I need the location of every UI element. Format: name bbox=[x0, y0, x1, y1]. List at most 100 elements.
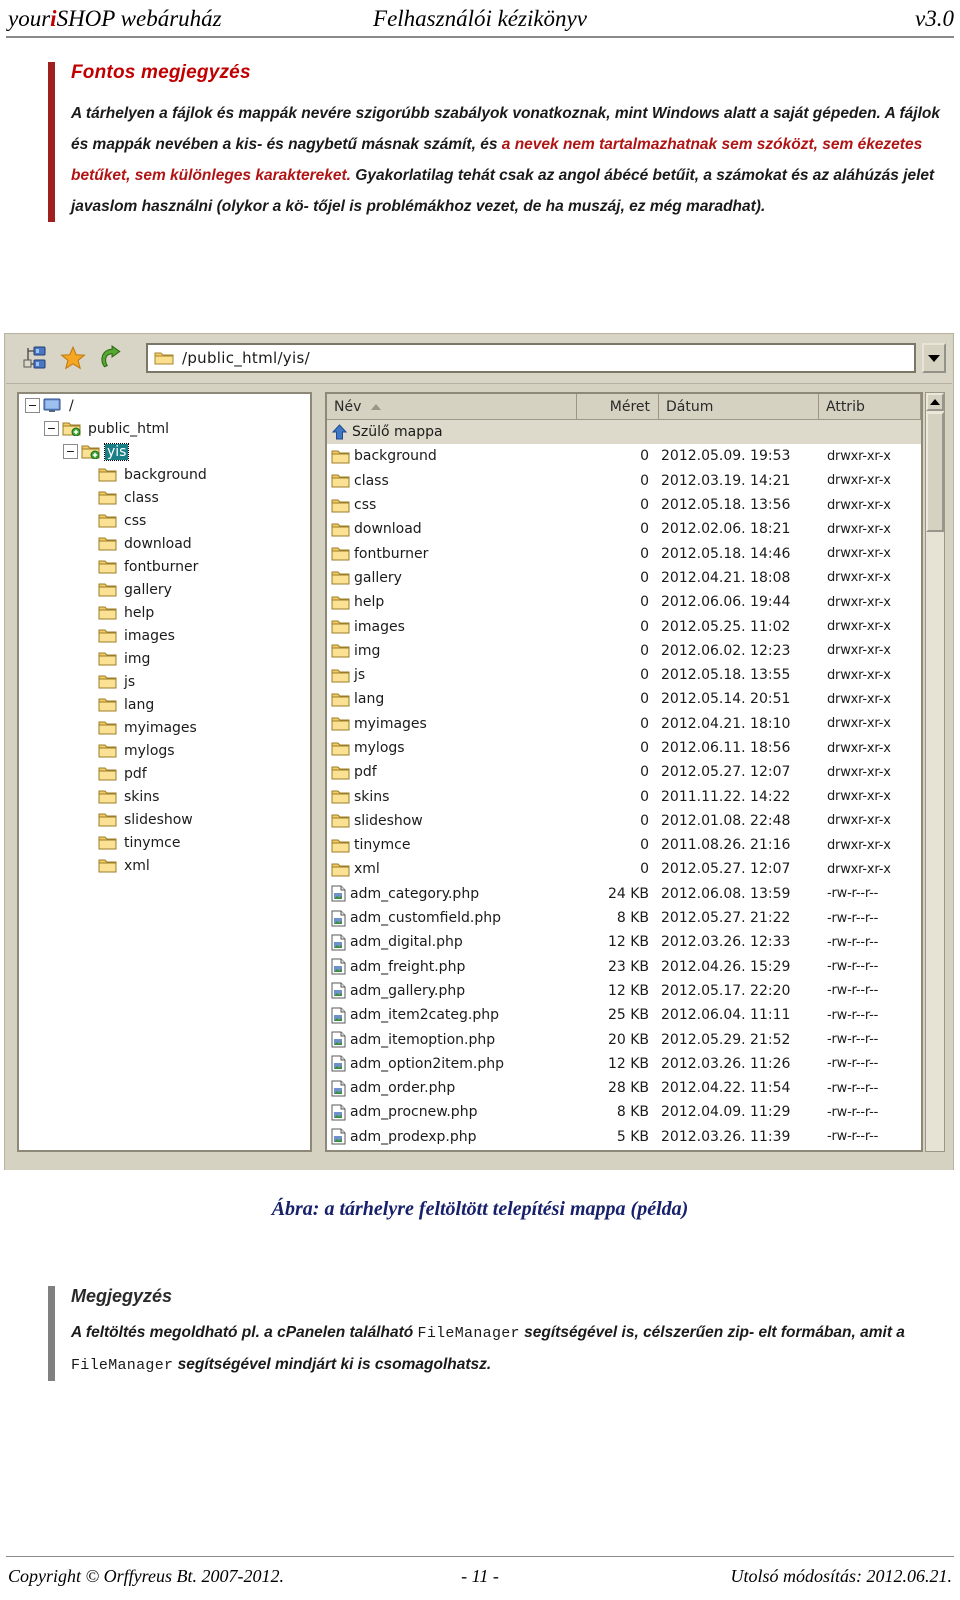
tree-item-help[interactable]: help bbox=[19, 601, 310, 624]
file-name-label: gallery bbox=[354, 569, 402, 586]
table-row[interactable]: fontburner 0 2012.05.18. 14:46 drwxr-xr-x bbox=[327, 541, 921, 565]
table-row[interactable]: adm_gallery.php 12 KB 2012.05.17. 22:20 -rw… bbox=[327, 979, 921, 1003]
tree-collapse-toggle[interactable]: − bbox=[25, 398, 40, 413]
tree-item-gallery[interactable]: gallery bbox=[19, 578, 310, 601]
file-name-label: adm_itemoption.php bbox=[350, 1031, 496, 1048]
folder-icon bbox=[98, 467, 117, 482]
folder-icon bbox=[331, 862, 350, 877]
table-row[interactable]: adm_option2item.php 12 KB 2012.03.26. 11:2… bbox=[327, 1052, 921, 1076]
cell-name: gallery bbox=[327, 570, 577, 586]
table-row[interactable]: xml 0 2012.05.27. 12:07 drwxr-xr-x bbox=[327, 857, 921, 881]
tree-item-css[interactable]: css bbox=[19, 509, 310, 532]
tree-item--[interactable]: − / bbox=[19, 394, 310, 417]
table-row[interactable]: adm_customfield.php 8 KB 2012.05.27. 21:22… bbox=[327, 906, 921, 930]
tree-collapse-toggle[interactable]: − bbox=[63, 444, 78, 459]
tree-item-fontburner[interactable]: fontburner bbox=[19, 555, 310, 578]
tree-item-label: img bbox=[124, 650, 151, 667]
cell-size: 0 bbox=[640, 472, 649, 489]
file-list-pane[interactable]: Név Méret Dátum Attrib Szülő mappa backgr… bbox=[325, 392, 923, 1152]
important-note-line-2-emphasis: a nevek nem bbox=[501, 136, 595, 153]
table-row[interactable]: myimages 0 2012.04.21. 18:10 drwxr-xr-x bbox=[327, 712, 921, 736]
cell-date: 2012.06.06. 19:44 bbox=[661, 594, 791, 611]
table-row[interactable]: adm_category.php 24 KB 2012.06.08. 13:59 -r… bbox=[327, 882, 921, 906]
table-row[interactable]: gallery 0 2012.04.21. 18:08 drwxr-xr-x bbox=[327, 566, 921, 590]
header-version: v3.0 bbox=[915, 6, 954, 31]
table-row[interactable]: images 0 2012.05.25. 11:02 drwxr-xr-x bbox=[327, 614, 921, 638]
table-row[interactable]: adm_freight.php 23 KB 2012.04.26. 15:29 -rw… bbox=[327, 955, 921, 979]
chevron-down-icon[interactable] bbox=[922, 343, 946, 373]
table-row[interactable]: slideshow 0 2012.01.08. 22:48 drwxr-xr-x bbox=[327, 809, 921, 833]
table-row[interactable]: skins 0 2011.11.22. 14:22 drwxr-xr-x bbox=[327, 784, 921, 808]
tree-item-img[interactable]: img bbox=[19, 647, 310, 670]
tree-item-skins[interactable]: skins bbox=[19, 785, 310, 808]
scroll-up-button[interactable] bbox=[926, 393, 944, 411]
cell-name: lang bbox=[327, 691, 577, 707]
cell-size: 23 KB bbox=[607, 958, 649, 975]
folder-icon bbox=[98, 490, 117, 505]
star-icon[interactable] bbox=[58, 343, 88, 373]
tree-collapse-toggle[interactable]: − bbox=[44, 421, 59, 436]
tree-item-class[interactable]: class bbox=[19, 486, 310, 509]
tree-item-mylogs[interactable]: mylogs bbox=[19, 739, 310, 762]
cell-attrib: drwxr-xr-x bbox=[827, 643, 891, 659]
table-row[interactable]: pdf 0 2012.05.27. 12:07 drwxr-xr-x bbox=[327, 760, 921, 784]
folder-icon bbox=[331, 813, 350, 828]
parent-directory-row[interactable]: Szülő mappa bbox=[327, 420, 921, 445]
remote-path-input[interactable]: /public_html/yis/ bbox=[146, 343, 916, 373]
tree-item-label: background bbox=[124, 466, 207, 483]
table-row[interactable]: adm_item2categ.php 25 KB 2012.06.04. 11:11… bbox=[327, 1003, 921, 1027]
cell-name: css bbox=[327, 497, 577, 513]
plain-note-body: A feltöltés megoldható pl. a cPanelen ta… bbox=[71, 1317, 955, 1381]
table-row[interactable]: img 0 2012.06.02. 12:23 drwxr-xr-x bbox=[327, 639, 921, 663]
table-row[interactable]: adm_itemoption.php 20 KB 2012.05.29. 21:52… bbox=[327, 1027, 921, 1051]
folder-icon bbox=[331, 570, 350, 585]
folder-icon bbox=[98, 835, 117, 850]
tree-item-myimages[interactable]: myimages bbox=[19, 716, 310, 739]
table-row[interactable]: background 0 2012.05.09. 19:53 drwxr-xr-x bbox=[327, 444, 921, 468]
tree-item-js[interactable]: js bbox=[19, 670, 310, 693]
table-row[interactable]: adm_digital.php 12 KB 2012.03.26. 12:33 -rw… bbox=[327, 930, 921, 954]
column-header-size[interactable]: Méret bbox=[577, 394, 659, 419]
cell-name: adm_procnew.php bbox=[327, 1104, 577, 1121]
tree-item-xml[interactable]: xml bbox=[19, 854, 310, 877]
tree-item-lang[interactable]: lang bbox=[19, 693, 310, 716]
table-row[interactable]: mylogs 0 2012.06.11. 18:56 drwxr-xr-x bbox=[327, 736, 921, 760]
table-row[interactable]: lang 0 2012.05.14. 20:51 drwxr-xr-x bbox=[327, 687, 921, 711]
refresh-arrow-icon[interactable] bbox=[96, 343, 126, 373]
scrollbar-thumb[interactable] bbox=[926, 412, 944, 532]
cell-name: adm_digital.php bbox=[327, 934, 577, 951]
table-row[interactable]: download 0 2012.02.06. 18:21 drwxr-xr-x bbox=[327, 517, 921, 541]
tree-item-download[interactable]: download bbox=[19, 532, 310, 555]
folder-icon bbox=[331, 643, 350, 658]
directory-tree-pane[interactable]: − / − public_html − yis background class css down… bbox=[17, 392, 312, 1152]
table-row[interactable]: tinymce 0 2011.08.26. 21:16 drwxr-xr-x bbox=[327, 833, 921, 857]
cell-size: 0 bbox=[640, 740, 649, 756]
file-list-scrollbar[interactable] bbox=[925, 392, 945, 1152]
table-row[interactable]: js 0 2012.05.18. 13:55 drwxr-xr-x bbox=[327, 663, 921, 687]
table-row[interactable]: help 0 2012.06.06. 19:44 drwxr-xr-x bbox=[327, 590, 921, 614]
cell-name: myimages bbox=[327, 716, 577, 732]
file-name-label: background bbox=[354, 448, 437, 465]
tree-item-images[interactable]: images bbox=[19, 624, 310, 647]
table-row[interactable]: adm_prodexp.php 5 KB 2012.03.26. 11:39 -rw-… bbox=[327, 1125, 921, 1149]
column-header-attrib[interactable]: Attrib bbox=[819, 394, 921, 419]
column-header-date[interactable]: Dátum bbox=[659, 394, 819, 419]
table-row[interactable]: css 0 2012.05.18. 13:56 drwxr-xr-x bbox=[327, 493, 921, 517]
cell-name: xml bbox=[327, 861, 577, 877]
site-manager-icon[interactable] bbox=[20, 343, 50, 373]
plain-note-l2a: elt formában, amit a bbox=[758, 1324, 905, 1341]
tree-item-pdf[interactable]: pdf bbox=[19, 762, 310, 785]
tree-item-label: download bbox=[124, 535, 192, 552]
file-name-label: xml bbox=[354, 861, 380, 878]
tree-item-tinymce[interactable]: tinymce bbox=[19, 831, 310, 854]
tree-item-yis[interactable]: − yis bbox=[19, 440, 310, 463]
table-row[interactable]: adm_procnew.php 8 KB 2012.04.09. 11:29 -rw-… bbox=[327, 1100, 921, 1124]
column-header-name[interactable]: Név bbox=[327, 394, 577, 419]
table-row[interactable]: adm_order.php 28 KB 2012.04.22. 11:54 -rw-r… bbox=[327, 1076, 921, 1100]
php-file-icon bbox=[331, 958, 346, 975]
tree-item-background[interactable]: background bbox=[19, 463, 310, 486]
tree-item-slideshow[interactable]: slideshow bbox=[19, 808, 310, 831]
folder-icon bbox=[331, 668, 350, 683]
table-row[interactable]: class 0 2012.03.19. 14:21 drwxr-xr-x bbox=[327, 469, 921, 493]
tree-item-public_html[interactable]: − public_html bbox=[19, 417, 310, 440]
